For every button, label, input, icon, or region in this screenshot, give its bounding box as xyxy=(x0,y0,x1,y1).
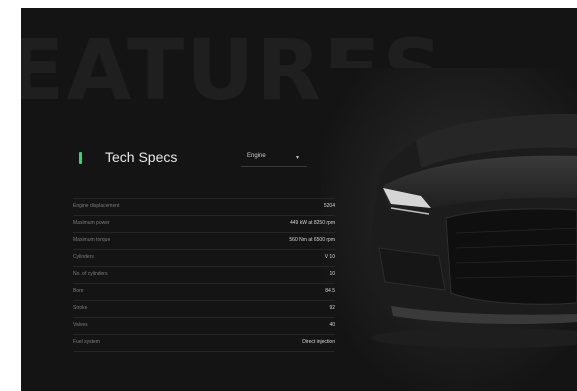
spec-label: Cylinders xyxy=(73,254,94,260)
spec-row: Fuel system Direct injection xyxy=(73,334,335,352)
tech-specs-header: Tech Specs Engine ▾ xyxy=(73,148,335,170)
spec-label: Engine displacement xyxy=(73,203,120,209)
spec-row: Bore 84.5 xyxy=(73,283,335,300)
spec-value: 5204 xyxy=(323,203,335,209)
spec-value: Direct injection xyxy=(302,339,335,345)
spec-table: Engine displacement 5204 Maximum power 4… xyxy=(73,198,335,352)
spec-label: Bore xyxy=(73,288,84,294)
spec-value: 560 Nm at 6500 rpm xyxy=(289,237,335,243)
spec-label: Fuel system xyxy=(73,339,100,345)
spec-value: 92 xyxy=(329,305,335,311)
tech-specs-title: Tech Specs xyxy=(105,149,178,165)
spec-value: 40 xyxy=(329,322,335,328)
spec-label: No. of cylinders xyxy=(73,271,108,277)
chevron-down-icon: ▾ xyxy=(295,155,299,161)
spec-row: Maximum power 449 kW at 8250 rpm xyxy=(73,215,335,232)
spec-category-dropdown[interactable]: Engine ▾ xyxy=(241,151,307,167)
accent-bar xyxy=(79,152,82,164)
tech-specs-panel: Tech Specs Engine ▾ Engine displacement … xyxy=(73,148,335,352)
spec-value: 84.5 xyxy=(325,288,335,294)
spec-row: Engine displacement 5204 xyxy=(73,198,335,215)
spec-row: Valves 40 xyxy=(73,317,335,334)
dropdown-selected-value: Engine xyxy=(247,153,266,159)
car-image xyxy=(321,68,577,391)
hero-section: EATURES Tech Specs Engine ▾ Engine displ… xyxy=(21,8,577,391)
spec-label: Valves xyxy=(73,322,88,328)
spec-label: Maximum power xyxy=(73,220,110,226)
spec-row: Stroke 92 xyxy=(73,300,335,317)
spec-row: No. of cylinders 10 xyxy=(73,266,335,283)
spec-value: V 10 xyxy=(324,254,335,260)
spec-value: 449 kW at 8250 rpm xyxy=(289,220,335,226)
spec-row: Maximum torque 560 Nm at 6500 rpm xyxy=(73,232,335,249)
spec-label: Stroke xyxy=(73,305,88,311)
spec-label: Maximum torque xyxy=(73,237,111,243)
spec-row: Cylinders V 10 xyxy=(73,249,335,266)
spec-value: 10 xyxy=(329,271,335,277)
